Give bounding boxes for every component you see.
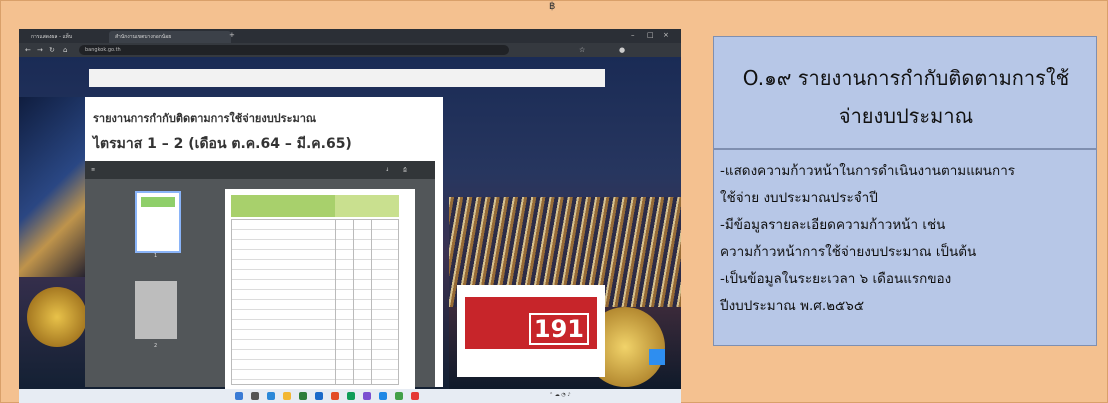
- description-line: -เป็นข้อมูลในระยะเวลา ๖ เดือนแรกของ: [720, 271, 952, 287]
- start-icon[interactable]: [235, 392, 243, 400]
- maximize-icon[interactable]: □: [647, 31, 654, 39]
- content-panel: รายงานการกำกับติดตามการใช้จ่ายงบประมาณ ไ…: [85, 97, 443, 389]
- address-field[interactable]: bangkok.go.th: [79, 45, 509, 55]
- top-marker: ฿: [549, 1, 556, 12]
- description-line: ปีงบประมาณ พ.ศ.๒๕๖๕: [720, 298, 865, 314]
- panel-heading-line2: ไตรมาส 1 – 2 (เดือน ต.ค.64 – มี.ค.65): [93, 136, 352, 152]
- minimize-icon[interactable]: –: [631, 31, 635, 39]
- mail-icon[interactable]: [315, 392, 323, 400]
- description-line: ความก้าวหน้าการใช้จ่ายงบประมาณ เป็นต้น: [720, 244, 977, 260]
- slide: ฿ การแสดงผล - แท็บ สำนักงานเขตบางกอกน้อย…: [0, 0, 1108, 403]
- pdf-page: [225, 189, 415, 389]
- pdf-page-number: 2: [154, 343, 158, 349]
- title-line1: O.๑๙ รายงานการกำกับติดตามการใช้: [742, 66, 1070, 90]
- app-icon[interactable]: [411, 392, 419, 400]
- description-line: -แสดงความก้าวหน้าในการดำเนินงานตามแผนการ: [720, 163, 1016, 179]
- table-header: [231, 195, 335, 217]
- pdf-viewer: ≡ ↓ ⎙ 1 2: [85, 161, 435, 389]
- app-icon[interactable]: [363, 392, 371, 400]
- back-icon[interactable]: ←: [25, 46, 31, 54]
- browser-tab-bar: การแสดงผล - แท็บ สำนักงานเขตบางกอกน้อย +…: [19, 29, 681, 43]
- description-box: -แสดงความก้าวหน้าในการดำเนินงานตามแผนการ…: [713, 149, 1097, 346]
- embedded-screenshot: การแสดงผล - แท็บ สำนักงานเขตบางกอกน้อย +…: [19, 29, 681, 403]
- app-icon[interactable]: [395, 392, 403, 400]
- home-icon[interactable]: ⌂: [63, 46, 67, 54]
- emblem-left-icon: [27, 287, 87, 347]
- pdf-toolbar: ≡ ↓ ⎙: [85, 161, 435, 179]
- ad-number: 191: [528, 313, 589, 345]
- browser-tab[interactable]: การแสดงผล - แท็บ: [25, 31, 117, 43]
- close-icon[interactable]: ×: [663, 31, 669, 39]
- hotline-ad[interactable]: 191: [457, 285, 605, 377]
- browser-tab-active[interactable]: สำนักงานเขตบางกอกน้อย: [109, 31, 231, 43]
- description-list: -แสดงความก้าวหน้าในการดำเนินงานตามแผนการ…: [720, 158, 1092, 320]
- pdf-thumbnail-2[interactable]: [135, 281, 177, 339]
- pdf-menu-icon[interactable]: ≡: [91, 161, 95, 179]
- taskview-icon[interactable]: [267, 392, 275, 400]
- site-search-input[interactable]: [89, 69, 605, 87]
- pdf-thumbnail-1[interactable]: [135, 191, 181, 253]
- folder-icon[interactable]: [283, 392, 291, 400]
- panel-heading-line1: รายงานการกำกับติดตามการใช้จ่ายงบประมาณ: [93, 112, 317, 125]
- table-column-divider: [353, 219, 354, 385]
- taskbar: ⌃ ☁ ◔ ♪: [19, 389, 681, 403]
- system-tray[interactable]: ⌃ ☁ ◔ ♪: [549, 392, 571, 398]
- title-line2: จ่ายงบประมาณ: [838, 104, 974, 128]
- profile-icon[interactable]: ●: [619, 46, 625, 54]
- title-box: O.๑๙ รายงานการกำกับติดตามการใช้ จ่ายงบปร…: [713, 36, 1097, 149]
- description-line: ใช้จ่าย งบประมาณประจำปี: [720, 190, 878, 206]
- ad-banner: 191: [465, 297, 597, 349]
- chat-button[interactable]: [649, 349, 665, 365]
- pdf-download-icon[interactable]: ↓: [385, 161, 389, 179]
- reload-icon[interactable]: ↻: [49, 46, 55, 54]
- browser-icon[interactable]: [331, 392, 339, 400]
- table-header-budget: [335, 195, 399, 217]
- bridge-image-left: [19, 97, 89, 277]
- new-tab-icon[interactable]: +: [229, 31, 235, 39]
- table-column-divider: [371, 219, 372, 385]
- pdf-print-icon[interactable]: ⎙: [403, 161, 407, 179]
- table-column-divider: [335, 219, 336, 385]
- store-icon[interactable]: [299, 392, 307, 400]
- chrome-icon[interactable]: [347, 392, 355, 400]
- forward-icon[interactable]: →: [37, 46, 43, 54]
- browser-url-bar: ← → ↻ ⌂ bangkok.go.th ☆ ●: [19, 43, 681, 57]
- pdf-page-number: 1: [154, 253, 158, 259]
- star-icon[interactable]: ☆: [579, 46, 585, 54]
- app-icon[interactable]: [379, 392, 387, 400]
- description-line: -มีข้อมูลรายละเอียดความก้าวหน้า เช่น: [720, 217, 946, 233]
- search-icon[interactable]: [251, 392, 259, 400]
- title: O.๑๙ รายงานการกำกับติดตามการใช้ จ่ายงบปร…: [714, 59, 1098, 135]
- table-rows: [231, 219, 399, 385]
